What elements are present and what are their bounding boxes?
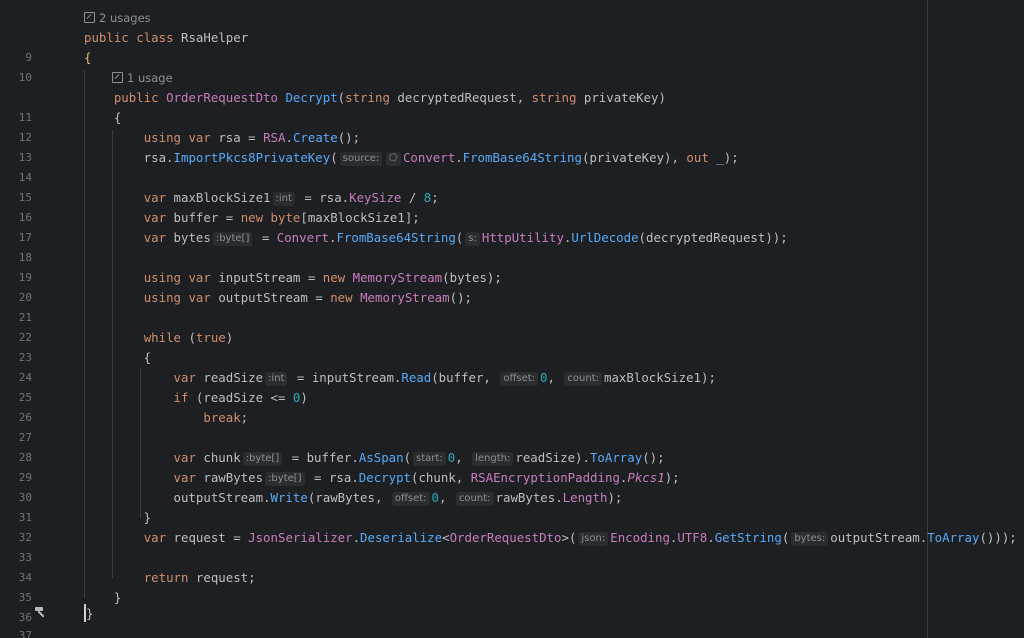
code-text: { (84, 50, 92, 65)
code-text: var bytes:byte[] = Convert.FromBase64Str… (143, 230, 788, 246)
code-text: public class RsaHelper (84, 30, 249, 45)
code-line-14[interactable]: 14 rsa.ImportPkcs8PrivateKey(source: ⭔ Con… (0, 148, 1024, 184)
code-line-37[interactable]: 37 (0, 606, 1024, 638)
code-line-30[interactable]: 30 var rawBytes:byte[] = rsa.Decrypt(chu… (0, 468, 1024, 504)
line-number: 37 (18, 629, 32, 638)
hammer-icon[interactable] (32, 604, 48, 620)
code-line-34[interactable]: 34 (0, 548, 1024, 584)
code-editor[interactable]: 2 usages 1 usage 9 public class RsaHelpe… (0, 0, 1024, 638)
code-text: var rawBytes:byte[] = rsa.Decrypt(chunk,… (173, 470, 680, 486)
code-line-36[interactable]: 36 } (0, 588, 1024, 624)
method-usages-hint[interactable]: 1 usage (112, 68, 173, 88)
code-line-17[interactable]: 17 var buffer = new byte[maxBlockSize1]; (0, 208, 1024, 244)
code-text: var maxBlockSize1:int = rsa.KeySize / 8; (143, 190, 439, 206)
code-line-28[interactable]: 28 (0, 428, 1024, 464)
code-line-12[interactable]: 12 { (0, 108, 1024, 144)
code-text: return request; (143, 570, 256, 585)
code-text: { (84, 350, 152, 365)
class-usages-hint[interactable]: 2 usages (84, 8, 151, 28)
code-line-35[interactable]: 35 return request; (0, 568, 1024, 604)
code-line-33[interactable]: 33 var request = JsonSerializer.Deserial… (0, 528, 1024, 564)
code-text: using var outputStream = new MemoryStrea… (143, 290, 472, 305)
code-text: var request = JsonSerializer.Deserialize… (143, 530, 1017, 546)
code-line-9[interactable]: 9 public class RsaHelper (0, 28, 1024, 64)
code-line-25[interactable]: 25 var readSize:int = inputStream.Read(b… (0, 368, 1024, 404)
code-line-31[interactable]: 31 outputStream.Write(rawBytes, offset: 0… (0, 488, 1024, 524)
code-text: if (readSize <= 0) (173, 390, 308, 405)
code-text: var readSize:int = inputStream.Read(buff… (173, 370, 716, 386)
line-number: 10 (18, 71, 32, 84)
method-usages-label: 1 usage (127, 71, 173, 85)
code-line-11[interactable]: 11 public OrderRequestDto Decrypt(string… (0, 88, 1024, 124)
code-line-22[interactable]: 22 (0, 308, 1024, 344)
code-line-27[interactable]: 27 break; (0, 408, 1024, 444)
code-text: public OrderRequestDto Decrypt(string de… (113, 90, 666, 105)
code-text: using var inputStream = new MemoryStream… (143, 270, 502, 285)
code-text: var buffer = new byte[maxBlockSize1]; (143, 210, 420, 225)
code-line-20[interactable]: 20 using var inputStream = new MemoryStr… (0, 268, 1024, 304)
code-line-13[interactable]: 13 using var rsa = RSA.Create(); (0, 128, 1024, 164)
code-line-26[interactable]: 26 if (readSize <= 0) (0, 388, 1024, 424)
code-line-24[interactable]: 24 { (0, 348, 1024, 384)
code-line-16[interactable]: 16 var maxBlockSize1:int = rsa.KeySize /… (0, 188, 1024, 224)
code-line-29[interactable]: 29 var chunk:byte[] = buffer.AsSpan(star… (0, 448, 1024, 484)
code-text: break; (203, 410, 249, 425)
code-line-23[interactable]: 23 while (true) (0, 328, 1024, 364)
usage-link-icon (112, 72, 123, 83)
code-text: rsa.ImportPkcs8PrivateKey(source: ⭔ Conver… (84, 150, 739, 166)
code-text: while (true) (143, 330, 234, 345)
code-text: outputStream.Write(rawBytes, offset: 0, c… (84, 490, 623, 506)
code-line-10[interactable]: 10 { (0, 48, 1024, 84)
class-usages-label: 2 usages (99, 11, 151, 25)
code-text: { (84, 110, 122, 125)
usage-link-icon (84, 12, 95, 23)
closing-brace: } (86, 606, 94, 621)
code-line-15[interactable]: 15 (0, 168, 1024, 204)
code-line-18[interactable]: 18 var bytes:byte[] = Convert.FromBase64… (0, 228, 1024, 264)
code-text: using var rsa = RSA.Create(); (143, 130, 361, 145)
code-text: } (84, 510, 152, 525)
code-line-21[interactable]: 21 using var outputStream = new MemorySt… (0, 288, 1024, 324)
code-line-32[interactable]: 32 } (0, 508, 1024, 544)
code-text: var chunk:byte[] = buffer.AsSpan(start: 0… (173, 450, 665, 466)
code-line-19[interactable]: 19 (0, 248, 1024, 284)
